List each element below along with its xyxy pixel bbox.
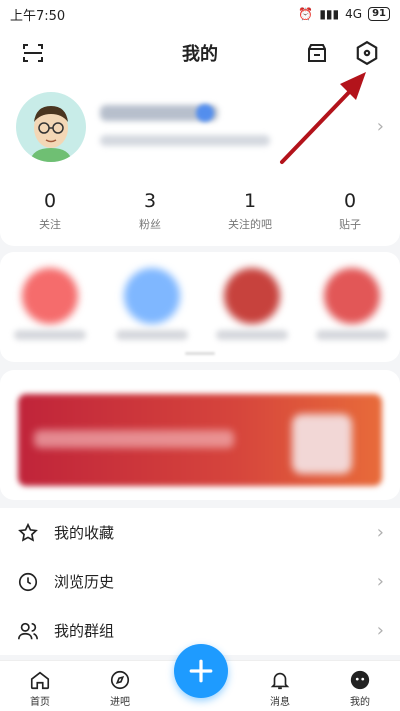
- stat-value: 3: [143, 190, 157, 212]
- post-button[interactable]: [174, 644, 228, 698]
- stat-fans[interactable]: 3 粉丝: [100, 190, 200, 232]
- group-icon: [16, 619, 40, 643]
- clock-icon: [16, 570, 40, 594]
- chevron-right-icon: ›: [376, 620, 384, 641]
- stat-value: 0: [343, 190, 357, 212]
- star-icon: [16, 521, 40, 545]
- status-bar: 上午7:50 ⏰ ▮▮▮ 4G 91: [0, 0, 400, 28]
- shortcut-label-blurred: [116, 330, 188, 340]
- menu-item-history[interactable]: 浏览历史 ›: [0, 557, 400, 606]
- alarm-icon: ⏰: [298, 7, 314, 21]
- stat-label: 贴子: [339, 218, 361, 231]
- shortcut-label-blurred: [316, 330, 388, 340]
- shortcut-icon-4[interactable]: [324, 268, 380, 324]
- avatar[interactable]: [16, 92, 86, 162]
- stat-label: 关注的吧: [228, 218, 272, 231]
- menu-label: 我的收藏: [54, 524, 115, 542]
- banner-gift-icon: [292, 414, 352, 474]
- stat-posts[interactable]: 0 贴子: [300, 190, 400, 232]
- menu-list: 我的收藏 › 浏览历史 › 我的群组 ›: [0, 508, 400, 655]
- shortcut-row: [0, 252, 400, 362]
- tab-home[interactable]: 首页: [10, 667, 70, 708]
- compass-icon: [90, 667, 150, 693]
- status-icons: ⏰ ▮▮▮ 4G 91: [298, 7, 390, 21]
- verified-badge-icon: [196, 104, 214, 122]
- shortcut-label-blurred: [216, 330, 288, 340]
- page-indicator: [185, 352, 215, 355]
- stat-label: 关注: [39, 218, 61, 231]
- banner-text-blurred: [34, 430, 234, 448]
- user-bio-blurred: [100, 135, 270, 146]
- settings-icon[interactable]: [354, 40, 380, 66]
- scan-icon[interactable]: [20, 40, 46, 66]
- tab-label: 进吧: [110, 697, 130, 708]
- battery-level: 91: [368, 7, 390, 21]
- status-time: 上午7:50: [10, 8, 66, 24]
- chevron-right-icon: ›: [376, 522, 384, 543]
- menu-label: 浏览历史: [54, 573, 115, 591]
- stat-followed-bars[interactable]: 1 关注的吧: [200, 190, 300, 232]
- header: 我的: [0, 28, 400, 78]
- tab-label: 首页: [30, 697, 50, 708]
- shortcut-label-blurred: [14, 330, 86, 340]
- tab-messages[interactable]: 消息: [250, 667, 310, 708]
- chevron-right-icon: ›: [376, 571, 384, 592]
- tab-label: 我的: [350, 697, 370, 708]
- shortcut-icon-2[interactable]: [124, 268, 180, 324]
- shop-icon[interactable]: [304, 40, 330, 66]
- stat-value: 1: [243, 190, 257, 212]
- tab-label: 消息: [270, 697, 290, 708]
- stat-following[interactable]: 0 关注: [0, 190, 100, 232]
- home-icon: [10, 667, 70, 693]
- tab-mine[interactable]: 我的: [330, 667, 390, 708]
- stat-value: 0: [43, 190, 57, 212]
- tab-enter-bar[interactable]: 进吧: [90, 667, 150, 708]
- stat-label: 粉丝: [139, 218, 161, 231]
- menu-item-favorites[interactable]: 我的收藏 ›: [0, 508, 400, 557]
- shortcut-icon-1[interactable]: [22, 268, 78, 324]
- profile-card[interactable]: › 0 关注 3 粉丝 1 关注的吧 0 贴子: [0, 78, 400, 246]
- network-type: 4G: [345, 7, 363, 21]
- profile-tab-icon: [330, 667, 390, 693]
- shortcut-icon-3[interactable]: [224, 268, 280, 324]
- banner-section: [0, 370, 400, 500]
- bell-icon: [250, 667, 310, 693]
- signal-icon: ▮▮▮: [319, 7, 340, 21]
- stats-row: 0 关注 3 粉丝 1 关注的吧 0 贴子: [0, 190, 400, 232]
- plus-icon: [189, 659, 213, 683]
- page-title: 我的: [182, 44, 218, 65]
- menu-label: 我的群组: [54, 622, 115, 640]
- profile-chevron-icon: ›: [376, 116, 384, 137]
